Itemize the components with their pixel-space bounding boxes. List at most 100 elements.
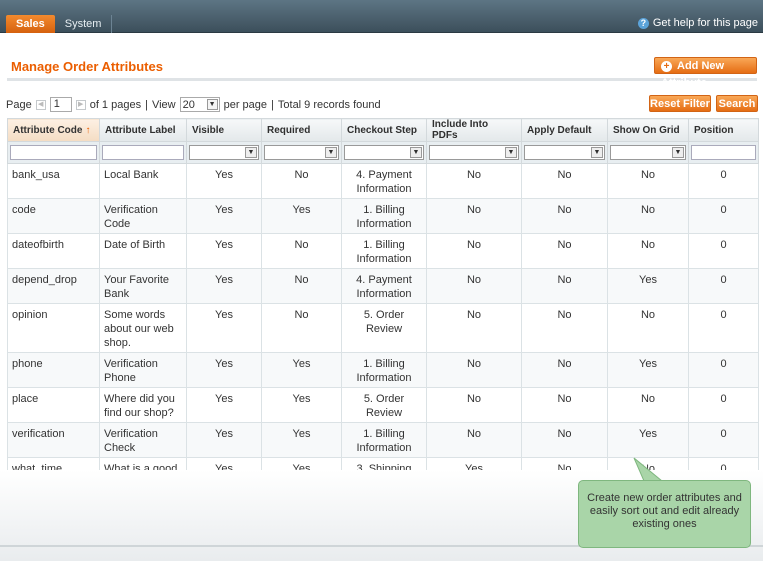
column-header-required[interactable]: Required <box>261 118 342 142</box>
attributes-grid: Attribute Code ↑ Attribute Label Visible … <box>7 118 759 493</box>
column-header-label: Attribute Code <box>13 124 83 136</box>
filter-cell <box>688 141 759 164</box>
cell-include-into-pdfs: No <box>426 163 522 199</box>
cell-position: 0 <box>688 233 759 269</box>
table-row[interactable]: code Verification Code Yes Yes 1. Billing In… <box>7 198 759 234</box>
cell-apply-default: No <box>521 198 608 234</box>
previous-page-icon[interactable]: ◀ <box>35 99 46 110</box>
title-divider <box>7 78 757 81</box>
next-page-icon[interactable]: ▶ <box>75 99 86 110</box>
cell-show-on-grid: No <box>607 233 689 269</box>
cell-attribute-code: dateofbirth <box>7 233 100 269</box>
cell-visible: Yes <box>186 268 262 304</box>
filter-attribute-label-input[interactable] <box>102 145 184 160</box>
help-link[interactable]: ? Get help for this page <box>637 17 758 29</box>
cell-include-into-pdfs: No <box>426 233 522 269</box>
cell-checkout-step: 4. Payment Information <box>341 163 427 199</box>
column-header-attribute-code[interactable]: Attribute Code ↑ <box>7 118 100 142</box>
cell-visible: Yes <box>186 422 262 458</box>
column-header-include-into-pdfs[interactable]: Include Into PDFs <box>426 118 522 142</box>
cell-apply-default: No <box>521 163 608 199</box>
help-link-label: Get help for this page <box>652 17 758 29</box>
table-body: bank_usa Local Bank Yes No 4. Payment Inform… <box>7 163 759 493</box>
filter-attribute-code-input[interactable] <box>10 145 97 160</box>
cell-checkout-step: 5. Order Review <box>341 387 427 423</box>
column-header-checkout-step[interactable]: Checkout Step <box>341 118 427 142</box>
cell-show-on-grid: Yes <box>607 352 689 388</box>
search-button[interactable]: Search <box>716 95 758 112</box>
cell-attribute-code: opinion <box>7 303 100 353</box>
column-header-position[interactable]: Position <box>688 118 759 142</box>
view-label: View <box>151 98 176 111</box>
filter-apply-default-select[interactable]: ▼ <box>524 145 605 160</box>
cell-required: No <box>261 268 342 304</box>
filter-position-input[interactable] <box>691 145 756 160</box>
cell-show-on-grid: Yes <box>607 422 689 458</box>
cell-apply-default: No <box>521 422 608 458</box>
filter-cell: ▼ <box>261 141 342 164</box>
column-header-show-on-grid[interactable]: Show On Grid <box>607 118 689 142</box>
chevron-down-icon: ▼ <box>206 99 218 110</box>
page-number-input[interactable]: 1 <box>49 97 72 112</box>
plus-icon: + <box>661 61 672 72</box>
cell-attribute-label: Verification Phone <box>99 352 187 388</box>
column-header-visible[interactable]: Visible <box>186 118 262 142</box>
per-page-value: 20 <box>182 98 195 111</box>
page-title: Manage Order Attributes <box>11 59 163 74</box>
cell-include-into-pdfs: No <box>426 198 522 234</box>
cell-position: 0 <box>688 422 759 458</box>
filter-cell: ▼ <box>426 141 522 164</box>
callout-pointer <box>633 457 664 482</box>
filter-required-select[interactable]: ▼ <box>264 145 339 160</box>
table-row[interactable]: opinion Some words about our web shop. Yes… <box>7 303 759 353</box>
cell-show-on-grid: No <box>607 387 689 423</box>
filter-visible-select[interactable]: ▼ <box>189 145 259 160</box>
filter-row: ▼ ▼ ▼ ▼ ▼ ▼ <box>7 141 759 164</box>
cell-include-into-pdfs: No <box>426 387 522 423</box>
chevron-down-icon: ▼ <box>505 147 517 158</box>
menu-item-sales[interactable]: Sales <box>6 15 55 33</box>
table-row[interactable]: place Where did you find our shop? Yes Yes 5… <box>7 387 759 423</box>
add-new-attribute-button[interactable]: + Add New Attribute <box>654 57 757 89</box>
cell-position: 0 <box>688 352 759 388</box>
cell-show-on-grid: No <box>607 163 689 199</box>
menu-item-system[interactable]: System <box>55 15 113 33</box>
cell-include-into-pdfs: No <box>426 422 522 458</box>
page-count: of 1 pages <box>89 98 142 111</box>
filter-show-on-grid-select[interactable]: ▼ <box>610 145 686 160</box>
cell-apply-default: No <box>521 303 608 353</box>
chevron-down-icon: ▼ <box>672 147 684 158</box>
cell-visible: Yes <box>186 163 262 199</box>
filter-include-into-pdfs-select[interactable]: ▼ <box>429 145 519 160</box>
cell-apply-default: No <box>521 268 608 304</box>
per-page-label: per page <box>223 98 268 111</box>
filter-cell <box>99 141 187 164</box>
table-row[interactable]: depend_drop Your Favorite Bank Yes No 4. Pay… <box>7 268 759 304</box>
cell-attribute-label: Verification Code <box>99 198 187 234</box>
filter-cell: ▼ <box>341 141 427 164</box>
filter-cell: ▼ <box>607 141 689 164</box>
cell-attribute-code: phone <box>7 352 100 388</box>
cell-apply-default: No <box>521 387 608 423</box>
table-row[interactable]: dateofbirth Date of Birth Yes No 1. Billing … <box>7 233 759 269</box>
column-header-apply-default[interactable]: Apply Default <box>521 118 608 142</box>
filter-checkout-step-select[interactable]: ▼ <box>344 145 424 160</box>
table-row[interactable]: phone Verification Phone Yes Yes 1. Billing … <box>7 352 759 388</box>
cell-visible: Yes <box>186 198 262 234</box>
cell-attribute-label: Some words about our web shop. <box>99 303 187 353</box>
cell-include-into-pdfs: No <box>426 268 522 304</box>
chevron-down-icon: ▼ <box>325 147 337 158</box>
table-row[interactable]: verification Verification Check Yes Yes 1. B… <box>7 422 759 458</box>
column-header-attribute-label[interactable]: Attribute Label <box>99 118 187 142</box>
cell-required: No <box>261 233 342 269</box>
cell-checkout-step: 4. Payment Information <box>341 268 427 304</box>
cell-visible: Yes <box>186 387 262 423</box>
cell-visible: Yes <box>186 233 262 269</box>
cell-attribute-code: depend_drop <box>7 268 100 304</box>
per-page-select[interactable]: 20 ▼ <box>179 97 220 112</box>
reset-filter-button[interactable]: Reset Filter <box>649 95 711 112</box>
cell-visible: Yes <box>186 352 262 388</box>
cell-attribute-code: place <box>7 387 100 423</box>
table-row[interactable]: bank_usa Local Bank Yes No 4. Payment Inform… <box>7 163 759 199</box>
cell-attribute-code: bank_usa <box>7 163 100 199</box>
